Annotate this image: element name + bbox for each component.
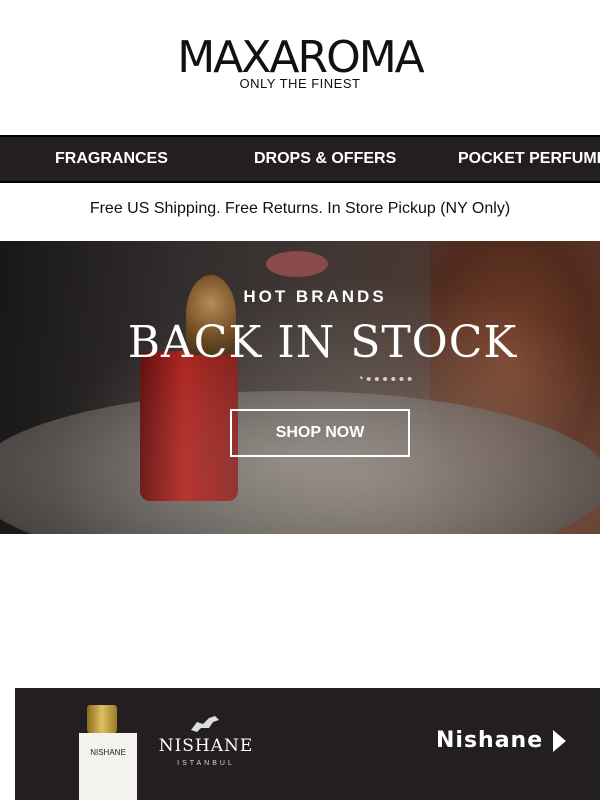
- nav-item-drops-offers[interactable]: DROPS & OFFERS: [254, 137, 396, 181]
- hero-title: BACK IN STOCK: [127, 317, 518, 368]
- brand-city: ISTANBUL: [177, 760, 235, 767]
- brand-tagline: ONLY THE FINEST: [239, 76, 361, 91]
- product-bottle-image: [79, 733, 137, 800]
- brand-logo-nishane: NISHANE: [158, 736, 254, 756]
- hero-banner[interactable]: HOT BRANDS BACK IN STOCK SHOP NOW: [0, 241, 600, 534]
- shipping-banner: Free US Shipping. Free Returns. In Store…: [89, 200, 511, 217]
- brand-card-nishane[interactable]: NISHANE NISHANE ISTANBUL Nishane: [15, 688, 600, 800]
- hero-eyebrow: HOT BRANDS: [243, 287, 387, 306]
- horse-emblem-icon: [191, 716, 219, 732]
- nav-item-fragrances[interactable]: FRAGRANCES: [55, 137, 168, 181]
- hero-overlay: [0, 241, 600, 534]
- email-header: MAXAROMA ONLY THE FINEST: [0, 0, 600, 135]
- chevron-right-icon: [553, 730, 567, 752]
- product-bottle-label: NISHANE: [90, 748, 126, 757]
- main-nav: FRAGRANCES DROPS & OFFERS POCKET PERFUME…: [0, 135, 600, 183]
- shop-now-button[interactable]: SHOP NOW: [230, 409, 410, 457]
- product-bottle-cap: [87, 705, 117, 733]
- nav-item-pocket-perfumes[interactable]: POCKET PERFUMES: [458, 137, 600, 181]
- brand-link-nishane[interactable]: Nishane: [436, 726, 567, 756]
- brand-link-label: Nishane: [436, 728, 544, 753]
